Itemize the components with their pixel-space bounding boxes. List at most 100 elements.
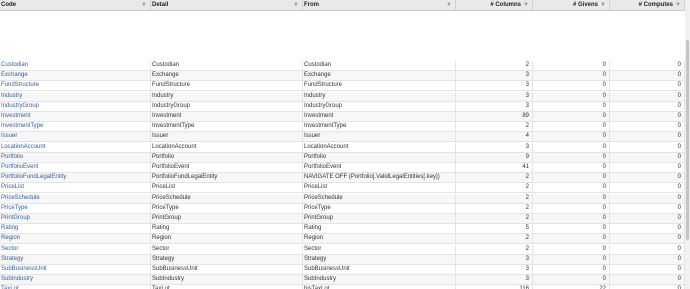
table-row[interactable]: SubIndustry SubIndustry SubIndustry 3 0 0 — [0, 275, 685, 286]
cell-givens: 0 — [533, 152, 610, 163]
cell-from: Exchange — [303, 71, 456, 82]
cell-givens: 0 — [533, 71, 610, 82]
table-row[interactable]: TaxLotTaxLothisTaxLot116220 — [0, 285, 685, 289]
table-row[interactable]: Portfolio Portfolio Portfolio 9 0 0 — [0, 152, 685, 163]
cell-computes: 0 — [610, 203, 685, 214]
cell-from: SubBusinessUnit — [303, 265, 456, 275]
table-row[interactable]: Strategy Strategy Strategy 3 0 0 — [0, 254, 685, 265]
cell-from: PriceType — [303, 203, 456, 214]
table-row[interactable]: PortfolioEvent PortfolioEvent PortfolioEve… — [0, 163, 685, 173]
table-row[interactable]: Custodian Custodian Custodian 2 0 0 — [0, 61, 685, 71]
cell-detail: Issuer — [151, 132, 303, 143]
column-header-givens[interactable]: # Givens ▼ — [533, 0, 610, 10]
cell-detail: PortfolioEvent — [151, 163, 303, 173]
cell-code[interactable]: Sector — [0, 244, 151, 255]
cell-from: PortfolioEvent — [303, 163, 456, 173]
column-header-computes[interactable]: # Computes ▼ — [610, 0, 685, 10]
cell-computes: 0 — [610, 183, 685, 194]
cell-givens: 0 — [533, 163, 610, 173]
cell-code[interactable]: Strategy — [0, 254, 151, 265]
cell-from: hisTaxLot — [303, 285, 456, 289]
table-row[interactable]: SubBusinessUnit SubBusinessUnit SubBusines… — [0, 265, 685, 275]
cell-from: InvestmentType — [303, 122, 456, 133]
cell-givens: 0 — [533, 234, 610, 245]
filter-icon[interactable]: ▼ — [523, 0, 529, 10]
cell-from: PriceSchedule — [303, 193, 456, 204]
column-header-code[interactable]: Code ▼ — [0, 0, 151, 10]
table-row[interactable]: PortfolioFundLegalEntity PortfolioFundLeg… — [0, 173, 685, 184]
cell-columns: 3 — [456, 101, 533, 112]
cell-code[interactable]: PrintGroup — [0, 214, 151, 224]
cell-code[interactable]: SubIndustry — [0, 275, 151, 286]
table-row[interactable]: Sector Sector Sector 2 0 0 — [0, 244, 685, 255]
cell-computes: 0 — [610, 163, 685, 173]
cell-givens: 0 — [533, 81, 610, 92]
cell-columns: 2 — [456, 173, 533, 184]
cell-computes: 0 — [610, 91, 685, 102]
cell-code[interactable]: PortfolioFundLegalEntity — [0, 173, 151, 184]
table-row[interactable]: InvestmentType InvestmentType InvestmentTy… — [0, 122, 685, 133]
cell-detail: Rating — [151, 224, 303, 235]
cell-code[interactable]: PriceList — [0, 183, 151, 194]
cell-code[interactable]: Industry — [0, 91, 151, 102]
filter-icon[interactable]: ▼ — [675, 0, 681, 10]
column-header-columns[interactable]: # Columns ▼ — [456, 0, 533, 10]
cell-code[interactable]: PriceSchedule — [0, 193, 151, 204]
cell-code[interactable]: FundStructure — [0, 81, 151, 92]
cell-from: SubIndustry — [303, 275, 456, 286]
table-row[interactable]: IndustryGroup IndustryGroup IndustryGroup 3… — [0, 101, 685, 112]
cell-code[interactable]: TaxLot — [0, 285, 151, 289]
table-row[interactable]: PriceList PriceList PriceList 2 0 0 — [0, 183, 685, 194]
cell-code[interactable]: Region — [0, 234, 151, 245]
column-header-from-label: From — [304, 2, 319, 8]
table-row[interactable]: FundStructure FundStructure FundStructure 3… — [0, 81, 685, 92]
cell-from: Issuer — [303, 132, 456, 143]
cell-columns: 2 — [456, 234, 533, 245]
cell-code[interactable]: Custodian — [0, 61, 151, 71]
cell-detail: FundStructure — [151, 81, 303, 92]
cell-from: Region — [303, 234, 456, 245]
cell-columns: 3 — [456, 275, 533, 286]
cell-givens: 0 — [533, 254, 610, 265]
table-row[interactable]: PrintGroup PrintGroup PrintGroup 2 0 0 — [0, 214, 685, 224]
column-header-from[interactable]: From ▼ — [303, 0, 456, 10]
cell-code[interactable]: IndustryGroup — [0, 101, 151, 112]
table-row[interactable]: Region Region Region 2 0 0 — [0, 234, 685, 245]
cell-code[interactable]: Issuer — [0, 132, 151, 143]
cell-code[interactable]: PriceType — [0, 203, 151, 214]
cell-columns: 2 — [456, 61, 533, 71]
cell-computes: 0 — [610, 152, 685, 163]
table-row[interactable]: Investment Investment Investment 89 0 0 — [0, 112, 685, 122]
cell-from: PrintGroup — [303, 214, 456, 224]
cell-from: Investment — [303, 112, 456, 122]
table-row[interactable]: LocationAccount LocationAccount LocationAc… — [0, 142, 685, 153]
cell-code[interactable]: SubBusinessUnit — [0, 265, 151, 275]
cell-code[interactable]: Rating — [0, 224, 151, 235]
cell-code[interactable]: PortfolioEvent — [0, 163, 151, 173]
filter-icon[interactable]: ▼ — [446, 0, 452, 10]
filter-icon[interactable]: ▼ — [600, 0, 606, 10]
table-row[interactable]: Rating Rating Rating 5 0 0 — [0, 224, 685, 235]
filter-icon[interactable]: ▼ — [293, 0, 299, 10]
scrollbar-thumb[interactable] — [686, 40, 689, 240]
filter-icon[interactable]: ▼ — [141, 0, 147, 10]
table-row[interactable]: Issuer Issuer Issuer 4 0 0 — [0, 132, 685, 143]
cell-from: Portfolio — [303, 152, 456, 163]
cell-code[interactable]: Investment — [0, 112, 151, 122]
cell-code[interactable]: InvestmentType — [0, 122, 151, 133]
grid-header: Code ▼ Detail ▼ From ▼ # Columns ▼ # Giv… — [0, 0, 685, 11]
cell-givens: 0 — [533, 173, 610, 184]
cell-from: NAVIGATE OFF (Portfolio[.ValidLegalEntit… — [303, 173, 456, 184]
table-row[interactable]: PriceType PriceType PriceType 2 0 0 — [0, 203, 685, 214]
cell-computes: 0 — [610, 254, 685, 265]
column-header-detail-label: Detail — [152, 2, 169, 8]
cell-columns: 41 — [456, 163, 533, 173]
table-row[interactable]: PriceSchedule PriceSchedule PriceSchedule 2… — [0, 193, 685, 204]
cell-computes: 0 — [610, 81, 685, 92]
table-row[interactable]: Exchange Exchange Exchange 3 0 0 — [0, 71, 685, 82]
cell-code[interactable]: Exchange — [0, 71, 151, 82]
table-row[interactable]: Industry Industry Industry 3 0 0 — [0, 91, 685, 102]
cell-code[interactable]: Portfolio — [0, 152, 151, 163]
cell-code[interactable]: LocationAccount — [0, 142, 151, 153]
column-header-detail[interactable]: Detail ▼ — [151, 0, 303, 10]
